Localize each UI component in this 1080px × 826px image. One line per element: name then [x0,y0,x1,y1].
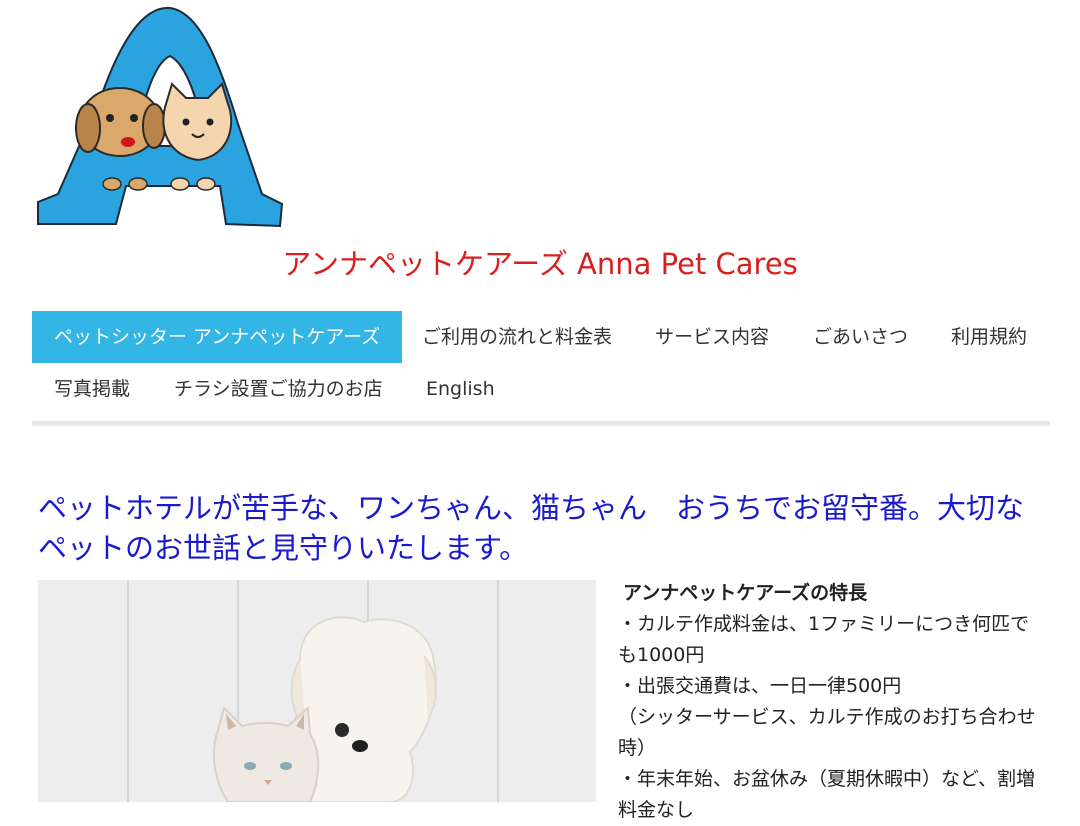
feature-line: （シッターサービス、カルテ作成のお打ち合わせ時） [618,706,1036,759]
nav-item-services[interactable]: サービス内容 [655,311,769,363]
nav-item-photos[interactable]: 写真掲載 [54,363,130,415]
nav-item-home[interactable]: ペットシッター アンナペットケアーズ [32,311,403,363]
nav-item-flyer-shops[interactable]: チラシ設置ご協力のお店 [174,363,383,415]
feature-line: ・年末年始、お盆休み（夏期休暇中）など、割増料金なし [618,768,1036,821]
puppy-kitten-photo [38,580,596,802]
nav-divider [32,421,1050,426]
nav-item-greeting[interactable]: ごあいさつ [813,311,908,363]
features-title: アンナペットケアーズの特長 [623,582,868,604]
feature-line: ・カルテ作成料金は、1ファミリーにつき何匹でも1000円 [618,613,1030,666]
site-logo[interactable] [30,4,290,232]
site-title[interactable]: アンナペットケアーズ Anna Pet Cares [0,244,1080,284]
features-section: アンナペットケアーズの特長 ・カルテ作成料金は、1ファミリーにつき何匹でも100… [618,578,1048,826]
nav-item-english[interactable]: English [426,363,495,415]
page-headline: ペットホテルが苦手な、ワンちゃん、猫ちゃん おうちでお留守番。大切なペットのお世… [38,491,1025,565]
nav-item-flow-and-prices[interactable]: ご利用の流れと料金表 [422,311,612,363]
nav-item-terms[interactable]: 利用規約 [951,311,1027,363]
feature-line: ・出張交通費は、一日一律500円 [618,675,902,697]
anna-pet-logo-icon [37,6,284,228]
